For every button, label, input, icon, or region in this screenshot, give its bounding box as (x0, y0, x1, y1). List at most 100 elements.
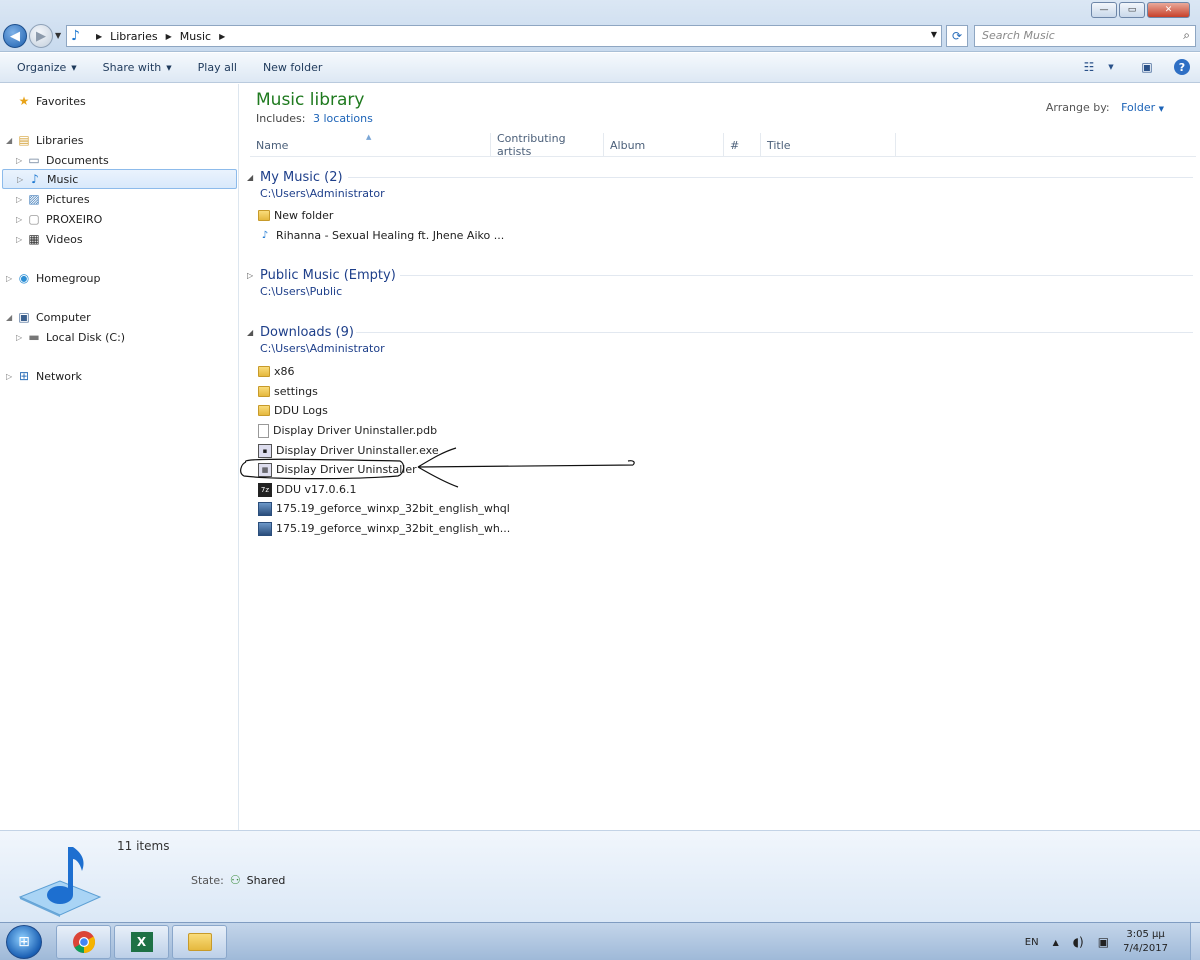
column-header-album[interactable]: Album (603, 133, 723, 157)
expand-arrow-icon[interactable]: ▷ (16, 333, 26, 342)
breadcrumb-separator-icon[interactable]: ▶ (219, 32, 225, 41)
music-icon: ♪ (31, 172, 39, 186)
search-icon[interactable]: ⌕ (1183, 28, 1190, 43)
play-all-label: Play all (197, 61, 237, 74)
forward-button[interactable]: ▶ (29, 24, 53, 48)
language-indicator[interactable]: EN (1025, 937, 1039, 948)
nav-videos[interactable]: ▷ ▦ Videos (16, 229, 83, 249)
collapse-arrow-icon[interactable]: ◢ (247, 173, 260, 182)
taskbar-excel[interactable]: X (114, 925, 169, 959)
column-header-name[interactable]: Name (250, 133, 490, 157)
column-header-number[interactable]: # (723, 133, 760, 157)
nav-network[interactable]: ▷ ⊞ Network (6, 366, 82, 386)
expand-arrow-icon[interactable]: ▷ (6, 274, 16, 283)
system-tray: EN ▲ ◖) ▣ 3:05 μμ 7/4/2017 (1025, 923, 1200, 960)
list-item[interactable]: 7z DDU v17.0.6.1 (258, 480, 356, 499)
expand-arrow-icon[interactable]: ▷ (16, 235, 26, 244)
clock[interactable]: 3:05 μμ 7/4/2017 (1123, 928, 1168, 956)
nav-proxeiro[interactable]: ▷ ▢ PROXEIRO (16, 209, 102, 229)
nav-homegroup[interactable]: ▷ ◉ Homegroup (6, 268, 100, 288)
minimize-button[interactable]: — (1091, 2, 1117, 18)
refresh-button[interactable]: ⟳ (946, 25, 968, 47)
share-with-button[interactable]: Share with ▼ (103, 61, 172, 74)
chrome-icon (72, 931, 95, 953)
close-button[interactable]: ✕ (1147, 2, 1190, 18)
group-path[interactable]: C:\Users\Administrator (260, 187, 385, 200)
audio-file-icon: ♪ (261, 230, 269, 241)
nav-computer[interactable]: ◢ ▣ Computer (6, 307, 91, 327)
column-header-title[interactable]: Title (760, 133, 896, 157)
group-path[interactable]: C:\Users\Public (260, 285, 342, 298)
collapse-arrow-icon[interactable]: ◢ (6, 313, 16, 322)
installer-icon (258, 521, 272, 536)
preview-pane-icon[interactable]: ▣ (1138, 58, 1156, 76)
nav-music[interactable]: ▷ ♪ Music (2, 169, 237, 189)
show-hidden-icons-icon[interactable]: ▲ (1053, 938, 1059, 947)
taskbar-chrome[interactable] (56, 925, 111, 959)
list-item[interactable]: 175.19_geforce_winxp_32bit_english_whql (258, 499, 510, 518)
expand-arrow-icon[interactable]: ▷ (16, 156, 26, 165)
nav-pictures[interactable]: ▷ ▨ Pictures (16, 189, 90, 209)
item-name: 175.19_geforce_winxp_32bit_english_whql (276, 502, 510, 515)
expand-arrow-icon[interactable]: ▷ (16, 195, 26, 204)
taskbar-windows-explorer[interactable] (172, 925, 227, 959)
play-all-button[interactable]: Play all (198, 61, 237, 74)
show-desktop-button[interactable] (1190, 923, 1200, 960)
group-title: My Music (2) (260, 169, 343, 185)
list-item[interactable]: settings (258, 382, 318, 401)
collapse-arrow-icon[interactable]: ◢ (247, 328, 260, 337)
new-folder-button[interactable]: New folder (263, 61, 322, 74)
restore-button[interactable]: ▭ (1119, 2, 1145, 18)
nav-libraries[interactable]: ◢ ▤ Libraries (6, 130, 84, 150)
breadcrumb-music[interactable]: Music (180, 30, 211, 43)
breadcrumb-libraries[interactable]: Libraries (110, 30, 158, 43)
group-header-public-music[interactable]: ▷ Public Music (Empty) (247, 266, 396, 284)
help-icon[interactable]: ? (1174, 59, 1190, 75)
locations-link[interactable]: 3 locations (313, 112, 373, 125)
group-header-downloads[interactable]: ◢ Downloads (9) (247, 323, 354, 341)
nav-documents[interactable]: ▷ ▭ Documents (16, 150, 109, 170)
folder-icon (187, 933, 212, 951)
view-options-chevron-icon[interactable]: ▼ (1102, 58, 1120, 76)
list-item[interactable]: ▪ Display Driver Uninstaller.exe (258, 441, 439, 460)
chevron-down-icon: ▼ (71, 63, 77, 72)
expand-arrow-icon[interactable]: ▷ (16, 215, 26, 224)
network-status-icon[interactable]: ▣ (1098, 935, 1109, 949)
address-dropdown-icon[interactable]: ▼ (931, 30, 937, 39)
back-button[interactable]: ◀ (3, 24, 27, 48)
chevron-down-icon: ▼ (1158, 105, 1164, 113)
nav-favorites[interactable]: ★ Favorites (6, 91, 86, 111)
change-view-icon[interactable]: ☷ (1080, 58, 1098, 76)
recent-pages-dropdown[interactable]: ▼ (55, 31, 61, 40)
breadcrumb-separator-icon[interactable]: ▶ (166, 32, 172, 41)
list-item[interactable]: x86 (258, 362, 295, 381)
group-path[interactable]: C:\Users\Administrator (260, 342, 385, 355)
column-header-contributing-artists[interactable]: Contributing artists (490, 132, 603, 158)
arrange-by-dropdown[interactable]: Folder ▼ (1121, 101, 1164, 114)
group-header-my-music[interactable]: ◢ My Music (2) (247, 168, 343, 186)
search-input[interactable]: Search Music ⌕ (974, 25, 1196, 47)
expand-arrow-icon[interactable]: ▷ (247, 271, 260, 280)
collapse-arrow-icon[interactable]: ◢ (6, 136, 16, 145)
volume-icon[interactable]: ◖) (1073, 935, 1084, 949)
list-item[interactable]: ▦ Display Driver Uninstaller (258, 460, 417, 479)
start-button[interactable]: ⊞ (6, 925, 42, 959)
state-label: State: (191, 873, 224, 887)
list-item[interactable]: New folder (258, 206, 333, 225)
expand-arrow-icon[interactable]: ▷ (17, 175, 27, 184)
nav-documents-label: Documents (46, 153, 109, 167)
list-item[interactable]: ♪ Rihanna - Sexual Healing ft. Jhene Aik… (258, 226, 504, 245)
breadcrumb-separator-icon[interactable]: ▶ (96, 32, 102, 41)
organize-button[interactable]: Organize ▼ (17, 61, 77, 74)
refresh-icon: ⟳ (951, 29, 963, 43)
disk-drive-icon: ▬ (28, 330, 40, 344)
list-item[interactable]: 175.19_geforce_winxp_32bit_english_wh... (258, 519, 510, 538)
back-arrow-icon: ◀ (10, 28, 20, 44)
navigation-pane: ★ Favorites ◢ ▤ Libraries ▷ ▭ Documents … (0, 84, 239, 830)
address-bar[interactable]: ♪ ▶ Libraries ▶ Music ▶ ▼ (66, 25, 942, 47)
list-item[interactable]: Display Driver Uninstaller.pdb (258, 421, 437, 440)
nav-local-disk[interactable]: ▷ ▬ Local Disk (C:) (16, 327, 125, 347)
nav-network-label: Network (36, 369, 82, 383)
expand-arrow-icon[interactable]: ▷ (6, 372, 16, 381)
list-item[interactable]: DDU Logs (258, 401, 328, 420)
